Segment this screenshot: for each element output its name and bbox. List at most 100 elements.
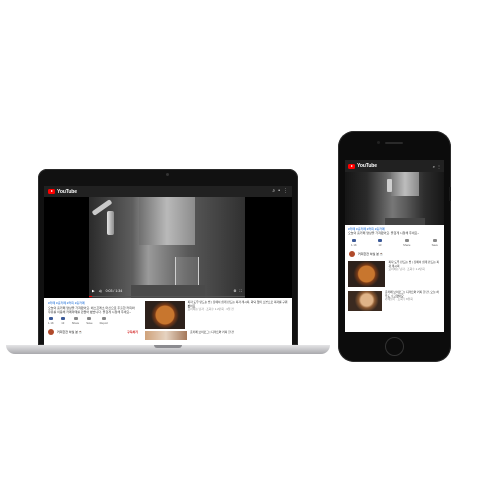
related-video-item[interactable]: 피자 도우 만드는 법 | 집에서 쉽게 만드는 피자 레시피, 화덕 없이 오…: [145, 300, 289, 329]
save-label: Save: [431, 243, 438, 247]
channel-avatar[interactable]: [349, 251, 355, 257]
video-thumbnail[interactable]: [348, 291, 382, 311]
youtube-play-icon: [348, 163, 355, 169]
youtube-logo-text: YouTube: [57, 188, 77, 195]
video-frame: [345, 172, 444, 225]
related-video-text: 홈카페 브이로그 | 디저트와 커피 한 잔, 오늘 하루도 수고했어요 카페일…: [384, 290, 441, 311]
flag-icon: [101, 317, 106, 320]
dislike-button[interactable]: 13: [60, 317, 65, 325]
machine-spout: [387, 179, 392, 192]
save-icon: [87, 317, 92, 320]
like-button[interactable]: 1.1K: [351, 239, 357, 247]
fullscreen-icon[interactable]: ⛶: [240, 289, 242, 293]
video-info: #카페 #홈카페 #커피 #홈카페 오늘의 홈카페 영상을 가져왔어요. 에스프…: [44, 298, 142, 345]
related-video-text: 피자 도우 만드는 법 | 집에서 쉽게 만드는 피자 레시피 요리하는 남자 …: [388, 260, 441, 287]
more-vert-icon[interactable]: ⋮: [283, 189, 288, 194]
youtube-header: YouTube ⌕ • ⋮: [44, 186, 292, 197]
related-video-text: 피자 도우 만드는 법 | 집에서 쉽게 만드는 피자 레시피, 화덕 없이 오…: [187, 300, 289, 329]
search-icon[interactable]: ⌕: [433, 164, 435, 169]
header-icons: ⌕ ⋮: [433, 164, 441, 169]
drip-tray: [385, 218, 425, 225]
youtube-logo[interactable]: YouTube: [48, 189, 77, 195]
youtube-logo[interactable]: YouTube: [348, 163, 377, 169]
related-video-item[interactable]: 홈카페 브이로그 | 디저트와 커피 한 잔, 오늘 하루도 수고했어요 카페일…: [345, 289, 444, 313]
save-button[interactable]: Save: [432, 239, 438, 247]
like-count: 1.1K: [351, 243, 357, 247]
like-button[interactable]: 1.1K: [48, 317, 54, 325]
share-button[interactable]: Share: [72, 317, 79, 325]
more-vert-icon[interactable]: ⋮: [437, 164, 441, 169]
channel-row: 커피한잔 하실 분 ☕ 구독하기: [48, 329, 138, 335]
video-hashtags[interactable]: #카페 #홈카페 #커피 #홈카페: [48, 301, 138, 305]
report-button[interactable]: Report: [100, 317, 108, 325]
espresso-machine: [139, 197, 195, 245]
youtube-play-icon: [48, 189, 55, 194]
player-controls: ▶ ◂) 0:03 / 1:34 ⚙ ⛶: [89, 289, 245, 293]
share-button[interactable]: Share: [403, 239, 410, 247]
related-video-item[interactable]: 피자 도우 만드는 법 | 집에서 쉽게 만드는 피자 레시피 요리하는 남자 …: [345, 259, 444, 289]
save-button[interactable]: Save: [86, 317, 93, 325]
share-icon: [73, 317, 78, 320]
share-label: Share: [403, 243, 411, 247]
search-icon[interactable]: ⌕: [272, 189, 275, 194]
youtube-logo-text: YouTube: [357, 163, 377, 169]
like-count: 1.1K: [48, 321, 54, 325]
phone-speaker: [385, 142, 403, 144]
dislike-count: 13: [378, 243, 382, 247]
channel-avatar[interactable]: [48, 329, 54, 335]
below-player: #카페 #홈카페 #커피 #홈카페 오늘의 홈카페 영상을 가져왔어요. 에스프…: [44, 298, 292, 345]
espresso-machine: [391, 172, 419, 196]
laptop-base: [6, 345, 330, 354]
related-video-meta: 요리하는 남자 · 조회수 1.2만회 · 3일 전: [187, 307, 234, 312]
subscribe-button[interactable]: 구독하기: [127, 330, 138, 334]
home-button[interactable]: [385, 337, 404, 356]
save-label: Save: [86, 321, 93, 325]
related-video-item[interactable]: 홈카페 브이로그 | 디저트와 커피 한 잔: [145, 330, 289, 340]
thumbs-down-icon: [377, 239, 382, 242]
laptop-screen: YouTube ⌕ • ⋮ ▶ ◂) 0:03 / 1:34 ⚙ ⛶ #카페 #…: [44, 186, 292, 345]
progress-bar[interactable]: [89, 296, 245, 297]
video-info: #카페 #홈카페 #커피 #홈카페 오늘의 홈카페 영상을 가져왔어요. 즐겁게…: [345, 225, 444, 237]
glass: [175, 257, 199, 286]
phone-camera: [377, 141, 380, 144]
related-videos: 피자 도우 만드는 법 | 집에서 쉽게 만드는 피자 레시피, 화덕 없이 오…: [142, 298, 292, 345]
video-description: 오늘의 홈카페 영상을 가져왔어요. 에스프레소 머신으로 추출한 커피와 우유…: [48, 306, 135, 314]
action-bar: 1.1K 13 Share Save Report: [48, 317, 138, 325]
share-label: Share: [71, 321, 80, 325]
thumbs-up-icon: [351, 239, 356, 242]
report-label: Report: [99, 321, 109, 325]
volume-icon[interactable]: ◂): [99, 289, 102, 293]
channel-row: 커피한잔 하실 분 ☕: [345, 249, 444, 259]
thumbs-down-icon: [60, 317, 65, 320]
time-display: 0:03 / 1:34: [105, 289, 123, 293]
machine-spout: [107, 211, 114, 235]
channel-name[interactable]: 커피한잔 하실 분 ☕: [358, 252, 384, 256]
header-icons: ⌕ • ⋮: [272, 189, 288, 194]
thumbs-up-icon: [48, 317, 53, 320]
progress-fill: [89, 296, 93, 297]
video-player[interactable]: [345, 172, 444, 225]
action-bar: 1.1K 13 Share Save: [345, 237, 444, 249]
video-thumbnail[interactable]: [348, 261, 386, 287]
laptop-notch: [154, 345, 182, 348]
related-video-title[interactable]: 홈카페 브이로그 | 디저트와 커피 한 잔: [190, 330, 234, 335]
video-frame: [89, 197, 245, 298]
dislike-count: 13: [61, 321, 65, 325]
related-video-meta: 카페일기 · 조회수 8천회: [384, 297, 413, 302]
laptop-device: YouTube ⌕ • ⋮ ▶ ◂) 0:03 / 1:34 ⚙ ⛶ #카페 #…: [38, 169, 298, 345]
video-thumbnail[interactable]: [145, 331, 187, 340]
phone-side-button: [449, 187, 451, 201]
settings-icon[interactable]: ⚙: [233, 289, 236, 293]
play-icon[interactable]: ▶: [92, 289, 95, 293]
share-icon: [404, 239, 409, 242]
channel-name[interactable]: 커피한잔 하실 분 ☕: [57, 330, 83, 334]
video-player[interactable]: ▶ ◂) 0:03 / 1:34 ⚙ ⛶: [44, 197, 292, 298]
related-video-meta: 요리하는 남자 · 조회수 1.2만회: [388, 267, 425, 272]
bell-icon[interactable]: •: [278, 189, 280, 194]
video-description: 오늘의 홈카페 영상을 가져왔어요. 즐겁게 시청해 주세요~: [348, 231, 420, 235]
video-thumbnail[interactable]: [145, 301, 185, 329]
save-icon: [432, 239, 437, 242]
laptop-camera: [166, 173, 169, 176]
dislike-button[interactable]: 13: [377, 239, 382, 247]
related-video-text: 홈카페 브이로그 | 디저트와 커피 한 잔: [190, 330, 234, 340]
